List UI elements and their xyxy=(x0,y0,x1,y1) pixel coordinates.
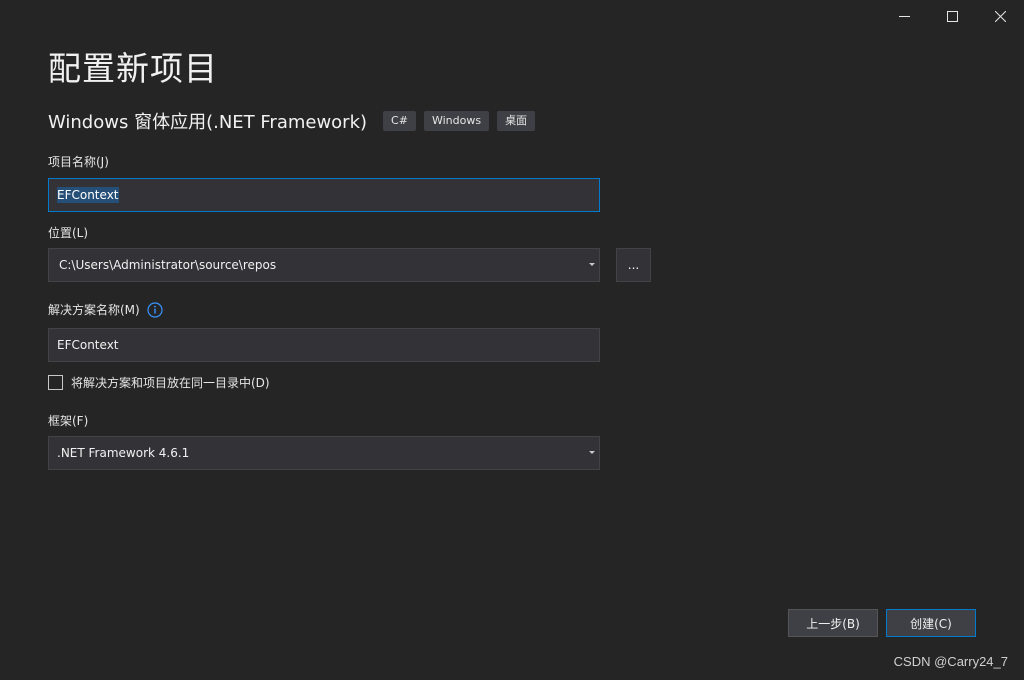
framework-dropdown-arrow-icon[interactable] xyxy=(589,451,595,454)
project-name-label: 项目名称(J) xyxy=(48,155,109,169)
info-icon[interactable] xyxy=(147,301,163,318)
framework-label: 框架(F) xyxy=(48,414,89,428)
close-button[interactable] xyxy=(976,0,1024,32)
tag-project-type: 桌面 xyxy=(497,111,536,131)
create-button[interactable]: 创建(C) xyxy=(886,609,976,637)
maximize-icon xyxy=(946,10,958,22)
same-directory-checkbox[interactable] xyxy=(48,375,63,390)
template-row: Windows 窗体应用(.NET Framework) C# Windows … xyxy=(48,108,543,134)
tag-language: C# xyxy=(383,111,416,131)
same-directory-option[interactable]: 将解决方案和项目放在同一目录中(D) xyxy=(48,374,270,391)
solution-name-label-row: 解决方案名称(M) xyxy=(48,301,163,318)
tag-platform: Windows xyxy=(423,111,490,131)
back-button[interactable]: 上一步(B) xyxy=(788,609,878,637)
maximize-button[interactable] xyxy=(928,0,976,32)
framework-value: .NET Framework 4.6.1 xyxy=(57,446,190,460)
watermark: CSDN @Carry24_7 xyxy=(893,654,1008,669)
project-name-value: EFContext xyxy=(57,187,119,203)
minimize-icon xyxy=(898,15,910,17)
close-icon xyxy=(994,10,1006,22)
window-controls xyxy=(880,0,1024,32)
page-title: 配置新项目 xyxy=(48,49,218,88)
same-directory-label: 将解决方案和项目放在同一目录中(D) xyxy=(71,376,270,390)
solution-name-input[interactable]: EFContext xyxy=(48,328,600,362)
location-value: C:\Users\Administrator\source\repos xyxy=(59,258,277,272)
project-name-input[interactable]: EFContext xyxy=(48,178,600,212)
location-combobox[interactable]: C:\Users\Administrator\source\repos xyxy=(48,248,600,282)
template-name: Windows 窗体应用(.NET Framework) xyxy=(48,112,368,133)
location-label: 位置(L) xyxy=(48,226,89,240)
browse-location-button[interactable]: ... xyxy=(616,248,651,282)
framework-dropdown[interactable]: .NET Framework 4.6.1 xyxy=(48,436,600,470)
solution-name-label: 解决方案名称(M) xyxy=(48,303,140,317)
minimize-button[interactable] xyxy=(880,0,928,32)
location-dropdown-arrow-icon[interactable] xyxy=(589,263,595,266)
solution-name-value: EFContext xyxy=(57,338,119,352)
